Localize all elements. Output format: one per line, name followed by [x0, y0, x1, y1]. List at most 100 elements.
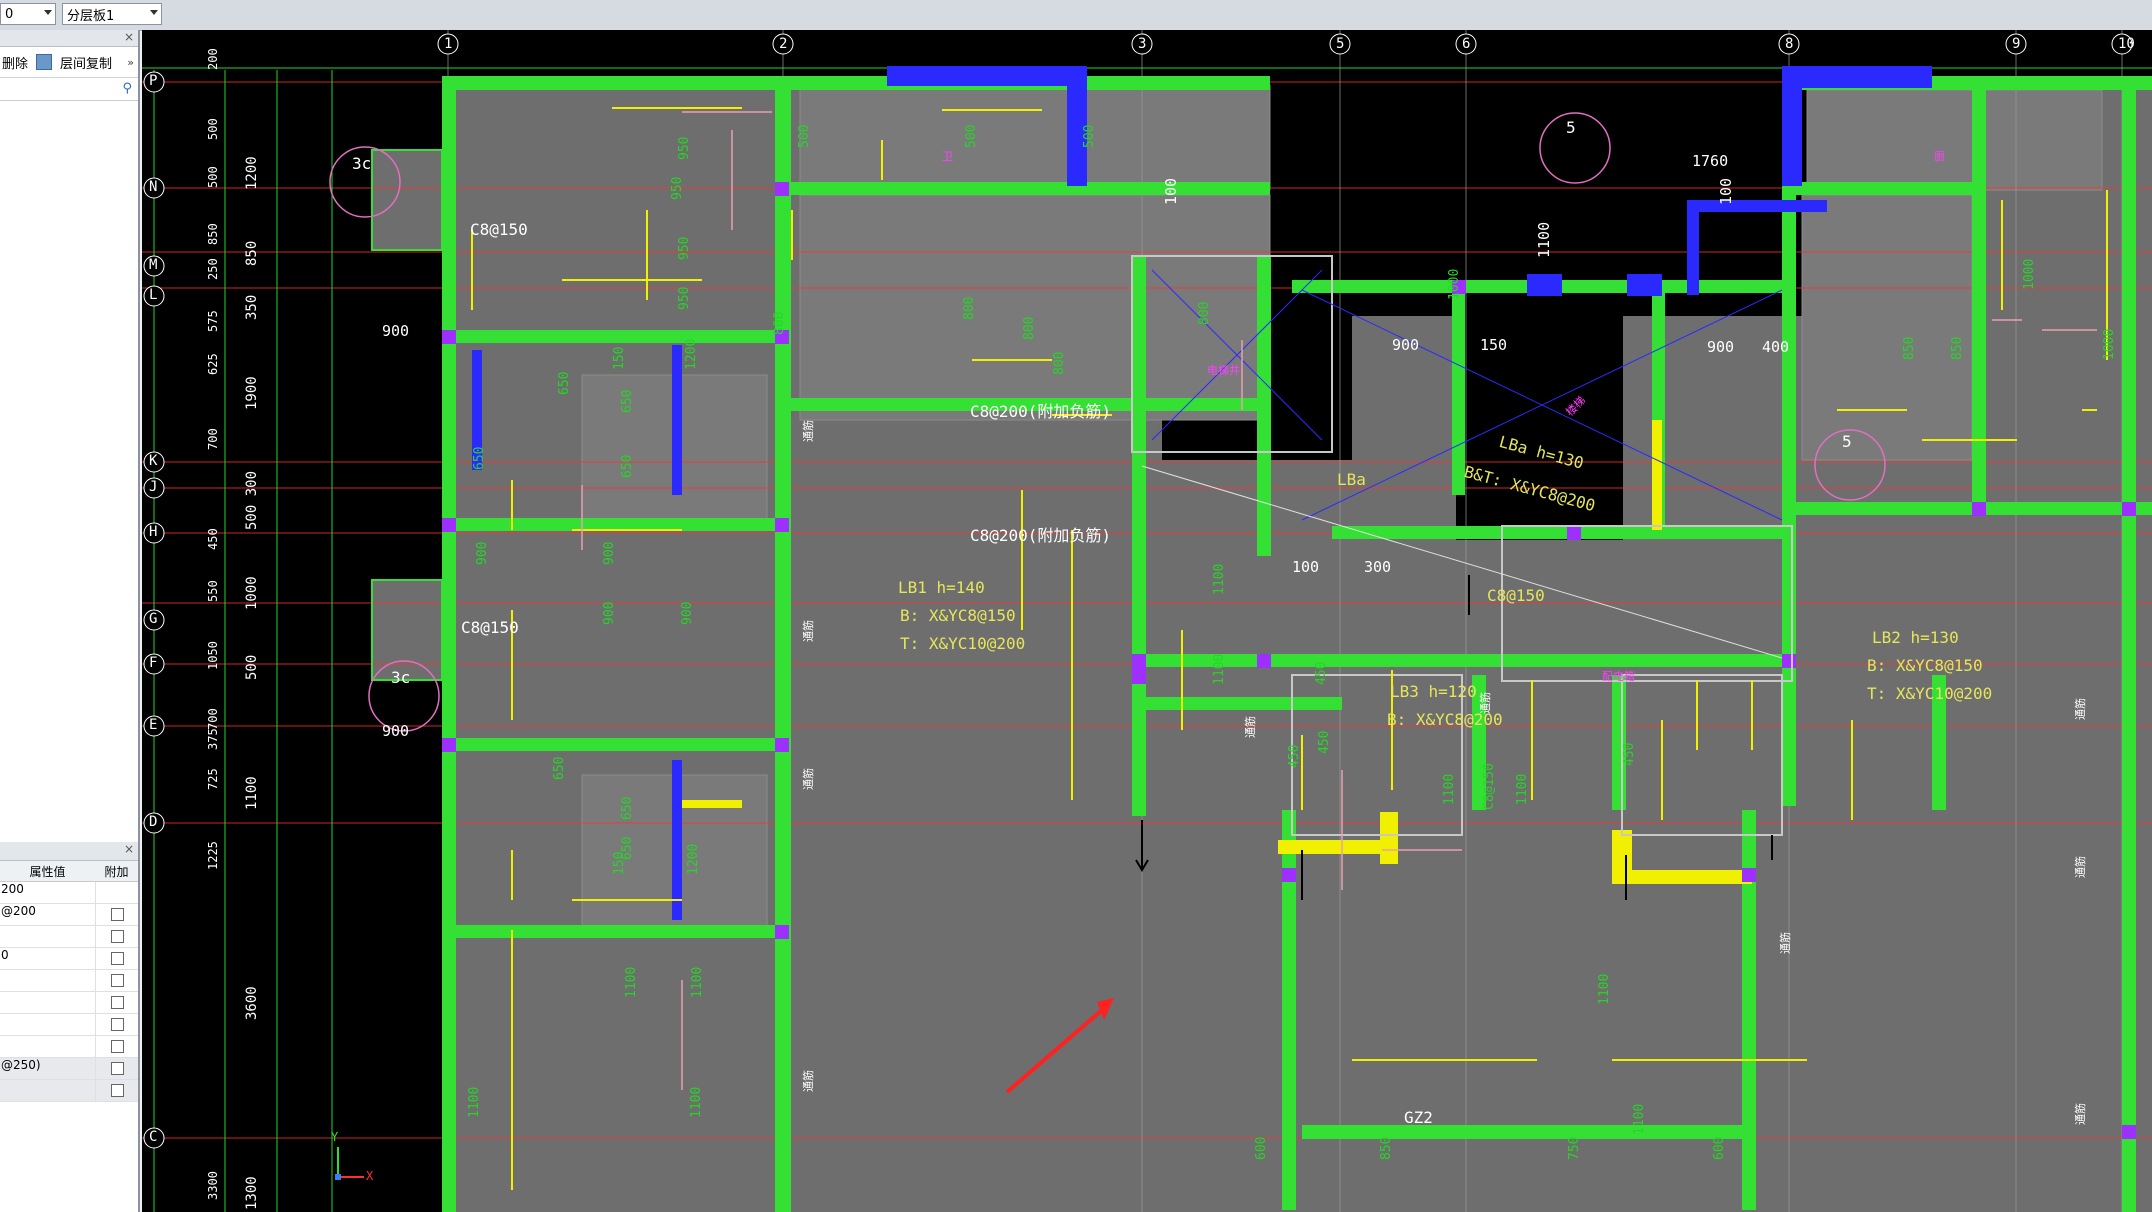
- dimension-label-outer: 1100: [244, 776, 260, 810]
- wall-tag: 通筋: [802, 420, 815, 442]
- chevron-down-icon: [150, 10, 158, 15]
- property-extra-cell: [96, 904, 138, 925]
- property-value[interactable]: @200: [0, 904, 96, 925]
- dimension-label-inner: 500: [206, 166, 220, 188]
- rebar-length-label: 800: [1197, 301, 1212, 325]
- property-row[interactable]: [0, 1014, 138, 1036]
- dimension-label-inner: 725: [206, 768, 220, 790]
- axis-label-top: 3: [1138, 36, 1147, 52]
- property-value[interactable]: [0, 970, 96, 991]
- slab-label: C8@150: [470, 220, 528, 239]
- search-input[interactable]: ⚲: [0, 78, 138, 101]
- slab-label: GZ2: [1404, 1108, 1433, 1127]
- property-value[interactable]: [0, 1080, 96, 1101]
- extra-checkbox[interactable]: [110, 952, 124, 965]
- property-row[interactable]: @200: [0, 904, 138, 926]
- rebar-length-label: 450: [1314, 661, 1329, 685]
- extra-checkbox[interactable]: [110, 974, 124, 987]
- rebar-length-label: 600: [1254, 1136, 1269, 1160]
- property-extra-cell: [96, 1014, 138, 1035]
- property-extra-cell: [96, 948, 138, 969]
- floor-combo[interactable]: 0: [0, 3, 56, 25]
- property-value[interactable]: 200: [0, 882, 96, 903]
- rebar-length-label: 1100: [690, 966, 705, 998]
- dimension-label-inner: 700: [206, 708, 220, 730]
- property-extra-column: 附加: [104, 864, 129, 879]
- property-value[interactable]: [0, 926, 96, 947]
- dimension-label-outer: 850: [244, 240, 260, 266]
- rebar-length-label: 850: [1902, 336, 1917, 360]
- search-icon[interactable]: ⚲: [122, 81, 132, 96]
- axis-bubbles-top: [437, 33, 2133, 55]
- axis-label-top: 1: [444, 36, 453, 52]
- dimension-label-outer: 500: [244, 654, 260, 680]
- rebar-length-label: 900: [602, 541, 617, 565]
- panel-header: ×: [0, 30, 138, 47]
- rebar-length-label: 800: [1052, 351, 1067, 375]
- property-value[interactable]: [0, 1014, 96, 1035]
- property-row[interactable]: @250): [0, 1058, 138, 1080]
- property-row[interactable]: [0, 970, 138, 992]
- rebar-length-label: 800: [772, 311, 787, 335]
- callout-circle-label: 3c: [391, 668, 411, 687]
- property-value[interactable]: @250): [0, 1058, 96, 1079]
- floor-copy-button[interactable]: 层间复制: [60, 53, 112, 72]
- annotation-number: 400: [1762, 338, 1790, 356]
- property-panel-header: ×: [0, 842, 138, 861]
- close-icon[interactable]: ×: [124, 842, 134, 856]
- property-row[interactable]: [0, 926, 138, 948]
- axis-label-top: 5: [1336, 36, 1345, 52]
- wall-tag: 通筋: [802, 1070, 815, 1092]
- annotation-number: 100: [1162, 177, 1180, 205]
- layer-combo[interactable]: 分层板1: [62, 3, 162, 25]
- chevron-down-icon: [44, 10, 52, 15]
- close-icon[interactable]: ×: [124, 30, 134, 44]
- floor-combo-value: 0: [5, 6, 14, 22]
- dimension-label-outer: 350: [244, 294, 260, 320]
- annotation-number: 300: [1364, 558, 1392, 576]
- property-value[interactable]: 0: [0, 948, 96, 969]
- extra-checkbox[interactable]: [110, 1062, 124, 1075]
- property-extra-cell: [96, 992, 138, 1013]
- extra-checkbox[interactable]: [110, 1018, 124, 1031]
- left-panel: × 删除 层间复制 » ⚲ × 属性值 附加 200 @200 0 @250): [0, 30, 140, 1212]
- rebar-length-label: 600: [1712, 1136, 1727, 1160]
- rebar-length-label: 800: [1022, 316, 1037, 340]
- rebar-length-label: 900: [602, 601, 617, 625]
- property-row[interactable]: [0, 992, 138, 1014]
- rebar-length-label: 500: [964, 124, 979, 148]
- extra-checkbox[interactable]: [110, 1040, 124, 1053]
- property-row[interactable]: [0, 1036, 138, 1058]
- delete-button[interactable]: 删除: [2, 53, 28, 72]
- extra-checkbox[interactable]: [110, 908, 124, 921]
- axis-label-left: K: [149, 453, 158, 469]
- dimension-label-inner: 575: [206, 310, 220, 332]
- wall-tag: 通筋: [1479, 692, 1492, 714]
- cad-canvas[interactable]: 1 2 3 5 6 8 9 10 P N M L K J H G F E D C 1200 850 350 1900 500 3…: [142, 30, 2152, 1212]
- property-value[interactable]: [0, 992, 96, 1013]
- property-row[interactable]: [0, 1080, 138, 1102]
- drawing-svg[interactable]: [142, 30, 2152, 1212]
- extra-checkbox[interactable]: [110, 930, 124, 943]
- property-row[interactable]: 200: [0, 882, 138, 904]
- rebar-length-label: 500: [797, 124, 812, 148]
- extra-checkbox[interactable]: [110, 1084, 124, 1097]
- annotation-number: 100: [1292, 558, 1320, 576]
- rebar-length-label: 950: [677, 286, 692, 310]
- wall-tag: 通筋: [1779, 932, 1792, 954]
- wall-tag: 通筋: [2074, 698, 2087, 720]
- top-toolbar: 0 分层板1: [0, 0, 2152, 31]
- dimension-label-inner: 1225: [206, 841, 220, 870]
- extra-checkbox[interactable]: [110, 996, 124, 1009]
- rebar-length-label: 1000: [2022, 258, 2037, 290]
- property-row[interactable]: 0: [0, 948, 138, 970]
- property-value[interactable]: [0, 1036, 96, 1057]
- axis-label-left: E: [149, 717, 158, 733]
- axis-label-left: C: [149, 1129, 158, 1145]
- room-label: 配电箱: [1602, 670, 1635, 683]
- overflow-chevron-icon[interactable]: »: [127, 56, 134, 69]
- annotation-number: 900: [382, 322, 410, 340]
- rebar-length-label: 1200: [686, 843, 701, 875]
- room-label: 电梯井: [1207, 364, 1240, 377]
- rebar-length-label: 1100: [1632, 1103, 1647, 1135]
